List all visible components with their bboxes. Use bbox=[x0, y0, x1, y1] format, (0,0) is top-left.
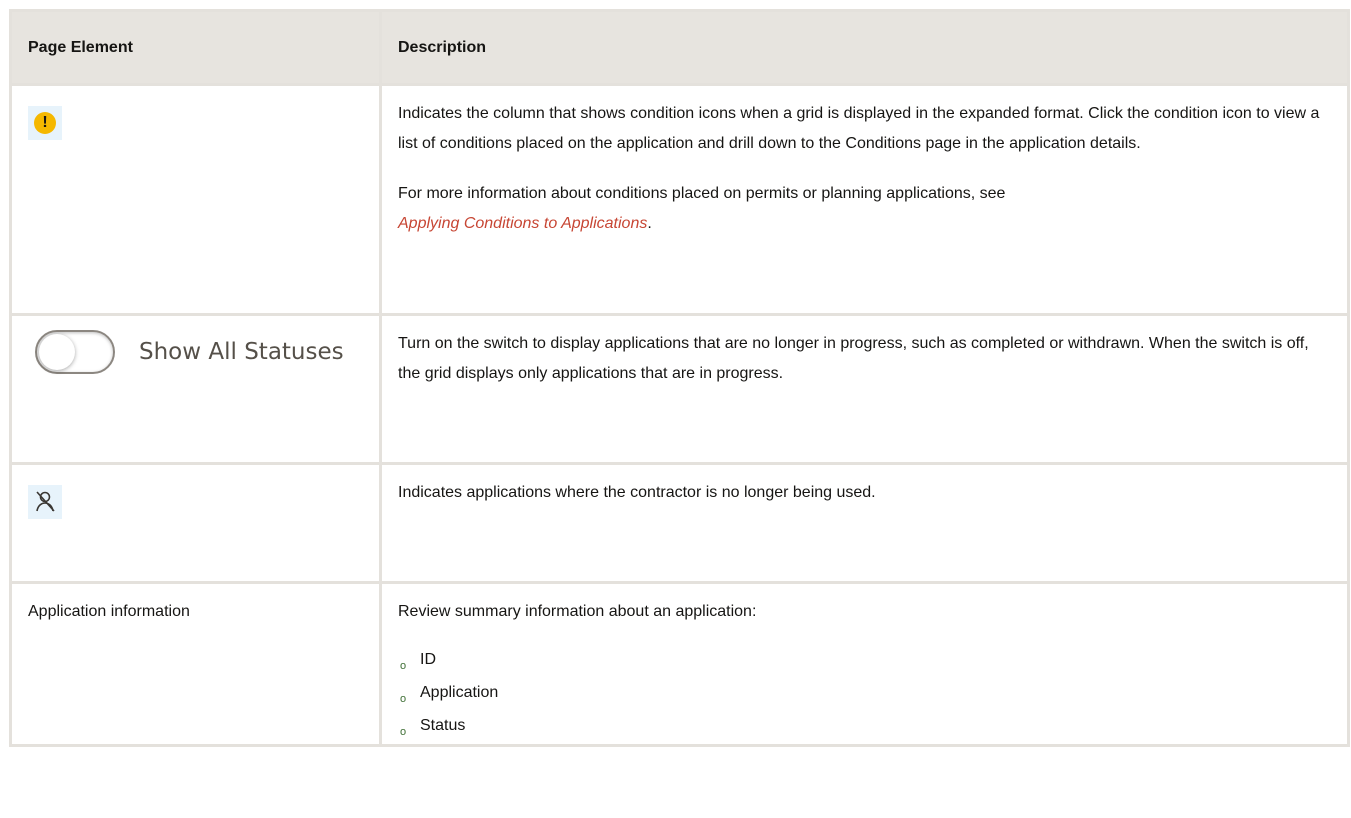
header-page-element: Page Element bbox=[9, 9, 382, 86]
table-row: Application information Review summary i… bbox=[9, 581, 1350, 747]
list-item: ID bbox=[398, 645, 1331, 681]
toggle-label: Show All Statuses bbox=[139, 339, 344, 365]
toggle-knob bbox=[39, 334, 75, 370]
table-header-row: Page Element Description bbox=[9, 9, 1350, 86]
description-text: Turn on the switch to display applicatio… bbox=[398, 335, 1309, 382]
contractor-icon-container bbox=[28, 485, 62, 519]
description-cell: Indicates applications where the contrac… bbox=[379, 462, 1350, 584]
table-row: Show All Statuses Turn on the switch to … bbox=[9, 313, 1350, 465]
table-row: Indicates applications where the contrac… bbox=[9, 462, 1350, 584]
applying-conditions-link[interactable]: Applying Conditions to Applications bbox=[398, 215, 647, 232]
element-cell bbox=[9, 462, 382, 584]
more-info-suffix: . bbox=[647, 215, 652, 232]
element-cell: Application information bbox=[9, 581, 382, 747]
description-text: Indicates applications where the contrac… bbox=[398, 484, 876, 501]
header-description: Description bbox=[379, 9, 1350, 86]
list-item: Application bbox=[398, 678, 1331, 714]
description-more-info: For more information about conditions pl… bbox=[398, 179, 1331, 239]
description-cell: Turn on the switch to display applicatio… bbox=[379, 313, 1350, 465]
description-cell: Indicates the column that shows conditio… bbox=[379, 83, 1350, 316]
warning-condition-icon: ! bbox=[34, 112, 56, 134]
table-row: ! Indicates the column that shows condit… bbox=[9, 83, 1350, 316]
show-all-statuses-switch[interactable]: Show All Statuses bbox=[35, 330, 363, 374]
element-cell: ! bbox=[9, 83, 382, 316]
list-item: Status bbox=[398, 711, 1331, 747]
description-text: Review summary information about an appl… bbox=[398, 603, 757, 620]
condition-icon-container: ! bbox=[28, 106, 62, 140]
description-text: Indicates the column that shows conditio… bbox=[398, 105, 1320, 152]
summary-fields-list: ID Application Status bbox=[398, 645, 1331, 747]
application-information-label: Application information bbox=[28, 603, 190, 620]
toggle-switch-icon[interactable] bbox=[35, 330, 115, 374]
description-cell: Review summary information about an appl… bbox=[379, 581, 1350, 747]
page-elements-table: Page Element Description ! Indicates the… bbox=[9, 9, 1350, 747]
element-cell: Show All Statuses bbox=[9, 313, 382, 465]
more-info-prefix: For more information about conditions pl… bbox=[398, 185, 1006, 202]
contractor-not-used-icon bbox=[36, 491, 55, 512]
